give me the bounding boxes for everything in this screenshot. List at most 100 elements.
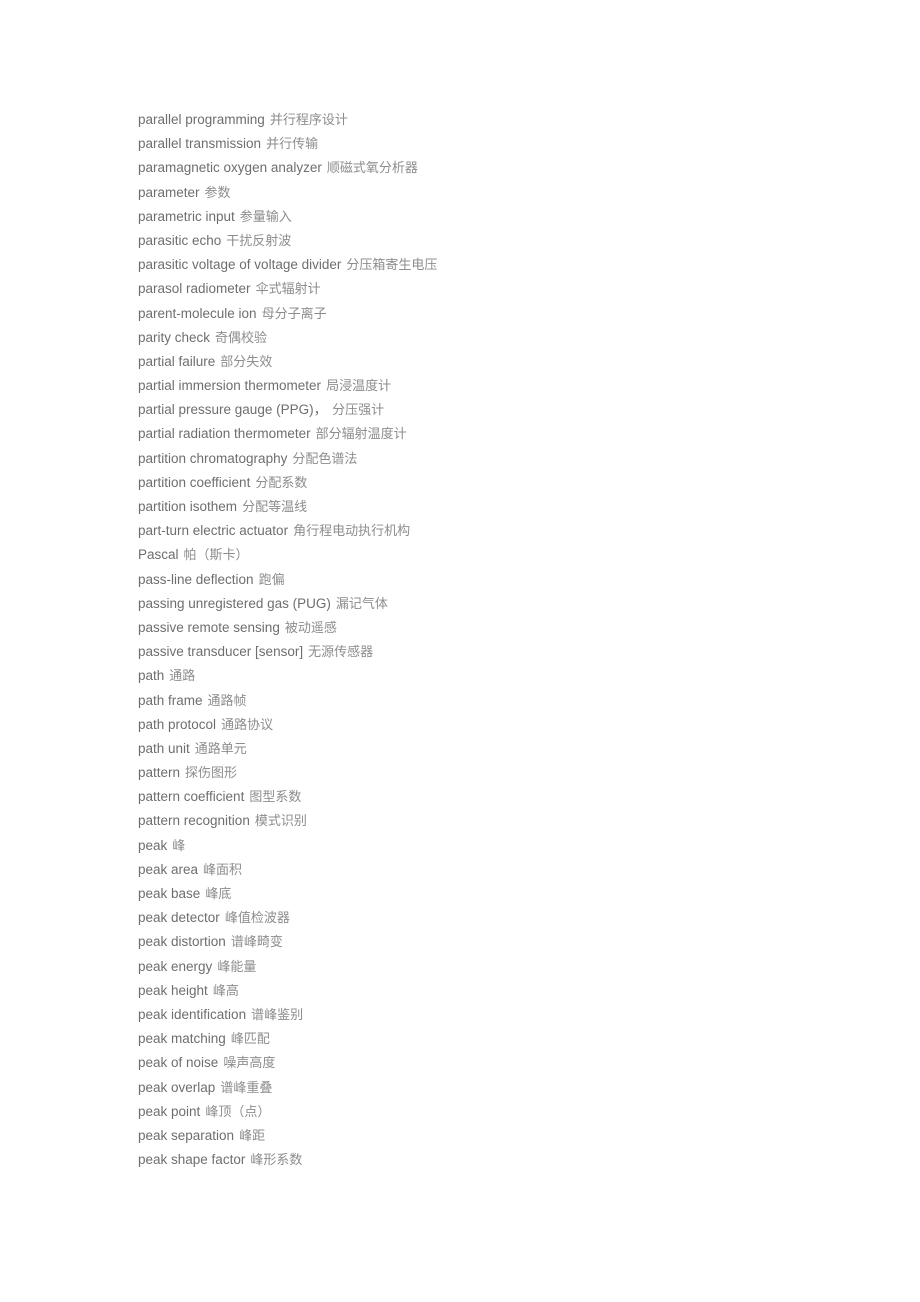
entry-gloss: 分配系数 [255,475,308,491]
entry-gloss: 干扰反射波 [226,233,292,249]
entry-gloss: 通路帧 [207,693,247,709]
entry-gloss: 分压箱寄生电压 [346,258,438,274]
glossary-entry: pattern recognition 模式识别 [138,809,838,833]
entry-gloss: 峰距 [239,1128,266,1144]
glossary-entry: partial radiation thermometer 部分辐射温度计 [138,422,838,446]
entry-gloss: 通路 [169,669,196,685]
entry-gloss: 帕（斯卡） [183,548,249,564]
entry-term: parent-molecule ion [138,305,257,321]
glossary-entry: peak shape factor 峰形系数 [138,1148,838,1172]
document-page: parallel programming 并行程序设计 parallel trans… [0,0,920,1302]
entry-term: parametric input [138,208,235,224]
entry-gloss: 谱峰重叠 [220,1080,273,1096]
entry-gloss: 峰形系数 [250,1153,303,1169]
glossary-entry: pattern 探伤图形 [138,761,838,785]
glossary-entry: parallel programming 并行程序设计 [138,108,838,132]
entry-gloss: 峰顶（点） [205,1104,271,1120]
entry-term: peak shape factor [138,1152,246,1168]
entry-gloss: 模式识别 [254,814,307,830]
entry-term: partition coefficient [138,474,251,490]
glossary-entry: peak energy 峰能量 [138,955,838,979]
entry-term: peak [138,837,168,853]
glossary-entry: parasitic echo 干扰反射波 [138,229,838,253]
entry-term: parity check [138,329,211,345]
entry-term: pattern [138,765,181,781]
entry-gloss: 通路单元 [194,741,247,757]
glossary-entry: pattern coefficient 图型系数 [138,785,838,809]
entry-gloss: 峰高 [212,983,239,999]
entry-term: peak identification [138,1006,247,1022]
entry-term: peak matching [138,1031,226,1047]
glossary-entry: peak distortion 谱峰畸变 [138,930,838,954]
entry-gloss: 参量输入 [239,209,292,225]
glossary-entry: passing unregistered gas (PUG) 漏记气体 [138,592,838,616]
glossary-entry: peak of noise 噪声高度 [138,1051,838,1075]
glossary-entry: parametric input 参量输入 [138,205,838,229]
entry-term: Pascal [138,547,179,563]
glossary-entry: parallel transmission 并行传输 [138,132,838,156]
entry-term: peak of noise [138,1055,219,1071]
entry-gloss: 被动遥感 [284,620,337,636]
glossary-entry: parasol radiometer 伞式辐射计 [138,277,838,301]
entry-term: parameter [138,184,200,200]
glossary-entry: passive remote sensing 被动遥感 [138,616,838,640]
glossary-entry: parity check 奇偶校验 [138,326,838,350]
entry-gloss: 分压强计 [332,403,385,419]
entry-term: parallel programming [138,112,265,127]
entry-gloss: 伞式辐射计 [255,282,321,298]
entry-term: passive remote sensing [138,619,280,635]
entry-gloss: 漏记气体 [335,596,388,612]
glossary-entry: parameter 参数 [138,181,838,205]
glossary-entry: peak height 峰高 [138,979,838,1003]
entry-term: peak detector [138,910,220,926]
entry-term: parallel transmission [138,136,262,152]
entry-gloss: 并行传输 [266,137,319,153]
entry-gloss: 峰值检波器 [224,911,290,927]
glossary-entry: path protocol 通路协议 [138,713,838,737]
entry-gloss: 跑偏 [258,572,285,588]
glossary-entry: peak overlap 谱峰重叠 [138,1076,838,1100]
glossary-entry: peak point 峰顶（点） [138,1100,838,1124]
entry-term: path protocol [138,716,217,732]
entry-term: paramagnetic oxygen analyzer [138,160,322,176]
entry-term: partial pressure gauge (PPG)， [138,402,328,418]
entry-term: part-turn electric actuator [138,523,289,539]
entry-gloss: 谱峰畸变 [230,935,283,951]
glossary-entry: partial pressure gauge (PPG)， 分压强计 [138,398,838,422]
glossary-entry: partial immersion thermometer 局浸温度计 [138,374,838,398]
entry-term: partial radiation thermometer [138,426,311,442]
entry-term: partition isothem [138,499,238,514]
entry-term: path unit [138,740,190,756]
entry-gloss: 峰能量 [217,959,257,975]
entry-gloss: 探伤图形 [185,766,238,782]
entry-gloss: 噪声高度 [223,1056,276,1072]
entry-gloss: 局浸温度计 [326,379,392,395]
entry-term: path [138,668,165,684]
glossary-entry: partition isothem 分配等温线 [138,495,838,519]
entry-term: passing unregistered gas (PUG) [138,595,331,611]
entry-term: pattern recognition [138,813,250,829]
glossary-entry: peak matching 峰匹配 [138,1027,838,1051]
glossary-entry: parent-molecule ion 母分子离子 [138,302,838,326]
entry-gloss: 分配等温线 [242,500,308,515]
entry-term: peak area [138,861,199,877]
glossary-entry: Pascal 帕（斯卡） [138,543,838,567]
entry-gloss: 奇偶校验 [215,330,268,346]
entry-gloss: 部分失效 [220,354,273,370]
glossary-entry: peak separation 峰距 [138,1124,838,1148]
entry-gloss: 无源传感器 [308,645,374,661]
entry-gloss: 部分辐射温度计 [315,427,407,443]
entry-term: passive transducer [sensor] [138,644,304,660]
entry-gloss: 顺磁式氧分析器 [326,161,418,177]
entry-term: pass-line deflection [138,571,254,587]
glossary-entry: peak detector 峰值检波器 [138,906,838,930]
entry-gloss: 通路协议 [221,717,274,733]
entry-gloss: 并行程序设计 [269,113,348,128]
entry-term: parasol radiometer [138,281,251,297]
entry-gloss: 峰匹配 [230,1032,270,1048]
entry-term: peak point [138,1103,201,1119]
entry-term: path frame [138,692,203,708]
entry-gloss: 母分子离子 [261,306,327,322]
glossary-entry: partition chromatography 分配色谱法 [138,447,838,471]
entry-term: partial immersion thermometer [138,378,322,394]
